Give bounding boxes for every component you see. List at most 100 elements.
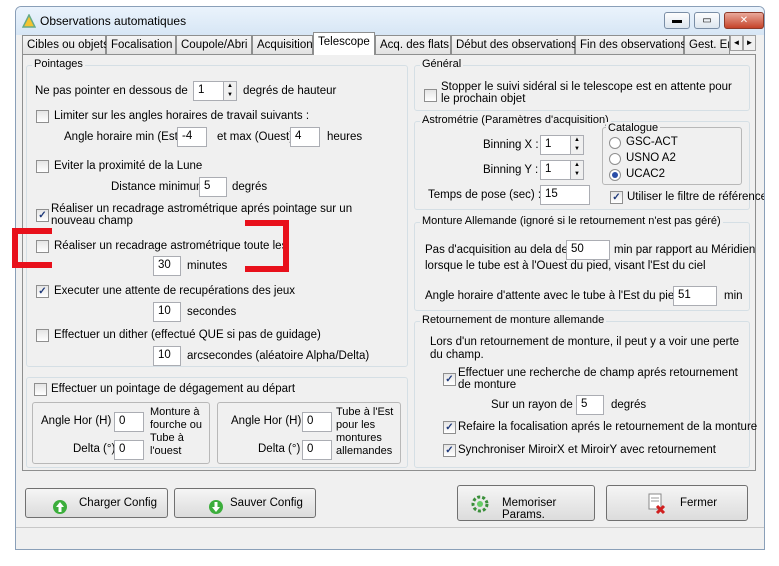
meridian-label-line2: lorsque le tube est à l'Ouest du pied, v… bbox=[425, 260, 706, 272]
wait-label: Executer une attente de recupérations de… bbox=[54, 285, 296, 297]
ha-unit: heures bbox=[327, 131, 363, 143]
dither-input[interactable]: 10 bbox=[153, 346, 181, 366]
title-bar: Observations automatiques ▬ ▭ ✕ bbox=[16, 7, 764, 35]
sync-mirror-label: Synchroniser MiroirX et MiroirY avec ret… bbox=[458, 444, 716, 456]
wait-unit: secondes bbox=[187, 306, 237, 318]
ha-min-label: Angle horaire min (Est) bbox=[64, 131, 182, 143]
memoriser-params-button[interactable]: Memoriser Params. bbox=[457, 485, 595, 521]
binning-y-spinner[interactable]: ▲ ▼ bbox=[570, 160, 584, 180]
moon-checkbox[interactable] bbox=[36, 160, 49, 173]
sync-mirror-checkbox[interactable]: ✓ bbox=[443, 444, 456, 457]
meridian-input[interactable]: 50 bbox=[566, 240, 610, 260]
radius-input[interactable]: 5 bbox=[576, 395, 604, 415]
exposure-label: Temps de pose (sec) : bbox=[428, 189, 542, 201]
moon-dist-input[interactable]: 5 bbox=[199, 177, 227, 197]
west-ha-input[interactable]: 0 bbox=[114, 412, 144, 432]
search-field-label: Effectuer une recherche de champ aprés r… bbox=[458, 367, 738, 391]
catalog-ucac2-radio[interactable] bbox=[609, 169, 621, 181]
memoriser-params-label: Memoriser Params. bbox=[502, 497, 557, 521]
recenter-every-unit: minutes bbox=[187, 260, 228, 272]
refocus-checkbox[interactable]: ✓ bbox=[443, 421, 456, 434]
catalog-ucac2-label: UCAC2 bbox=[626, 168, 665, 180]
ha-max-input[interactable]: 4 bbox=[290, 127, 320, 147]
app-icon bbox=[22, 14, 36, 28]
west-note: Monture à fourche ou Tube à l'ouest bbox=[150, 406, 202, 457]
catalog-gsc-label: GSC-ACT bbox=[626, 136, 678, 148]
tab-cibles[interactable]: Cibles ou objets bbox=[22, 35, 109, 54]
gear-icon bbox=[471, 495, 489, 513]
tab-scroll-left-icon[interactable]: ◄ bbox=[730, 35, 743, 51]
radius-label: Sur un rayon de bbox=[491, 399, 573, 411]
wait-ha-unit: min bbox=[724, 290, 743, 302]
degagement-checkbox[interactable] bbox=[34, 383, 47, 396]
fermer-button[interactable]: Fermer bbox=[606, 485, 748, 521]
ha-min-input[interactable]: -4 bbox=[177, 127, 207, 147]
tab-coupole[interactable]: Coupole/Abri bbox=[176, 35, 252, 54]
binning-x-label: Binning X : bbox=[483, 139, 539, 151]
recenter-new-checkbox[interactable]: ✓ bbox=[36, 209, 49, 222]
degagement-label: Effectuer un pointage de dégagement au d… bbox=[51, 383, 296, 395]
dither-label: Effectuer un dither (effectué QUE si pas… bbox=[54, 329, 321, 341]
tab-scroll-right-icon[interactable]: ► bbox=[743, 35, 756, 51]
close-button[interactable]: ✕ bbox=[724, 12, 764, 29]
min-height-unit: degrés de hauteur bbox=[243, 85, 337, 97]
monture-title: Monture Allemande (ignoré si le retourne… bbox=[420, 215, 723, 227]
refocus-label: Refaire la focalisation aprés le retourn… bbox=[458, 421, 758, 433]
general-title: Général bbox=[420, 58, 464, 70]
charger-config-button[interactable]: Charger Config bbox=[25, 488, 168, 518]
tab-telescope[interactable]: Telescope bbox=[313, 32, 375, 55]
minimize-button[interactable]: ▬ bbox=[664, 12, 690, 29]
east-ha-input[interactable]: 0 bbox=[302, 412, 332, 432]
east-ha-label: Angle Hor (H) bbox=[231, 415, 302, 427]
tab-fin[interactable]: Fin des observations bbox=[575, 35, 686, 54]
tab-acquisition[interactable]: Acquisition bbox=[252, 35, 313, 54]
monture-group: Monture Allemande (ignoré si le retourne… bbox=[414, 215, 755, 311]
main-window: Observations automatiques ▬ ▭ ✕ Cibles o… bbox=[15, 6, 765, 550]
tab-focalisation[interactable]: Focalisation bbox=[106, 35, 176, 54]
retournement-title: Retournement de monture allemande bbox=[420, 314, 607, 326]
wait-input[interactable]: 10 bbox=[153, 302, 181, 322]
search-field-checkbox[interactable]: ✓ bbox=[443, 373, 456, 386]
astrometrie-title: Astrométrie (Paramètres d'acquisition) bbox=[420, 114, 611, 126]
catalog-usno-radio[interactable] bbox=[609, 153, 621, 165]
meridian-label-b: min par rapport au Méridien bbox=[614, 244, 756, 256]
exposure-input[interactable]: 15 bbox=[540, 185, 590, 205]
ref-filter-checkbox[interactable]: ✓ bbox=[610, 191, 623, 204]
dither-checkbox[interactable] bbox=[36, 329, 49, 342]
limit-ha-checkbox[interactable] bbox=[36, 110, 49, 123]
min-height-label: Ne pas pointer en dessous de bbox=[35, 85, 188, 97]
pointages-group: Pointages Ne pas pointer en dessous de 1… bbox=[26, 58, 408, 367]
west-delta-input[interactable]: 0 bbox=[114, 440, 144, 460]
dither-unit: arcsecondes (aléatoire Alpha/Delta) bbox=[187, 350, 370, 362]
moon-dist-label: Distance minimum bbox=[111, 181, 206, 193]
min-height-spinner[interactable]: ▲ ▼ bbox=[223, 81, 237, 101]
pointages-title: Pointages bbox=[32, 58, 85, 70]
degagement-group: Effectuer un pointage de dégagement au d… bbox=[26, 377, 408, 468]
tab-debut[interactable]: Début des observations bbox=[451, 35, 577, 54]
highlight-bracket-left bbox=[12, 228, 52, 268]
ha-max-label: et max (Ouest) bbox=[217, 131, 294, 143]
ref-filter-label: Utiliser le filtre de référence bbox=[627, 191, 765, 203]
status-bar bbox=[16, 527, 764, 549]
retournement-group: Retournement de monture allemande Lors d… bbox=[414, 314, 757, 468]
save-icon bbox=[209, 500, 223, 514]
window-title: Observations automatiques bbox=[40, 14, 187, 28]
sauver-config-label: Sauver Config bbox=[230, 497, 303, 509]
east-delta-input[interactable]: 0 bbox=[302, 440, 332, 460]
tab-gest[interactable]: Gest. Er bbox=[684, 35, 730, 54]
east-delta-label: Delta (°) bbox=[258, 443, 301, 455]
general-group: Général Stopper le suivi sidéral si le t… bbox=[414, 58, 750, 111]
highlight-bracket-right bbox=[245, 220, 289, 272]
recenter-new-label: Réaliser un recadrage astrométrique apré… bbox=[51, 203, 353, 227]
binning-x-spinner[interactable]: ▲ ▼ bbox=[570, 135, 584, 155]
wait-ha-input[interactable]: 51 bbox=[673, 286, 717, 306]
maximize-button[interactable]: ▭ bbox=[694, 12, 720, 29]
wait-checkbox[interactable]: ✓ bbox=[36, 285, 49, 298]
tab-flats[interactable]: Acq. des flats bbox=[375, 35, 451, 54]
sauver-config-button[interactable]: Sauver Config bbox=[174, 488, 316, 518]
catalog-usno-label: USNO A2 bbox=[626, 152, 676, 164]
catalog-title: Catalogue bbox=[606, 122, 661, 134]
recenter-every-input[interactable]: 30 bbox=[153, 256, 181, 276]
stop-tracking-checkbox[interactable] bbox=[424, 89, 437, 102]
catalog-gsc-radio[interactable] bbox=[609, 137, 621, 149]
